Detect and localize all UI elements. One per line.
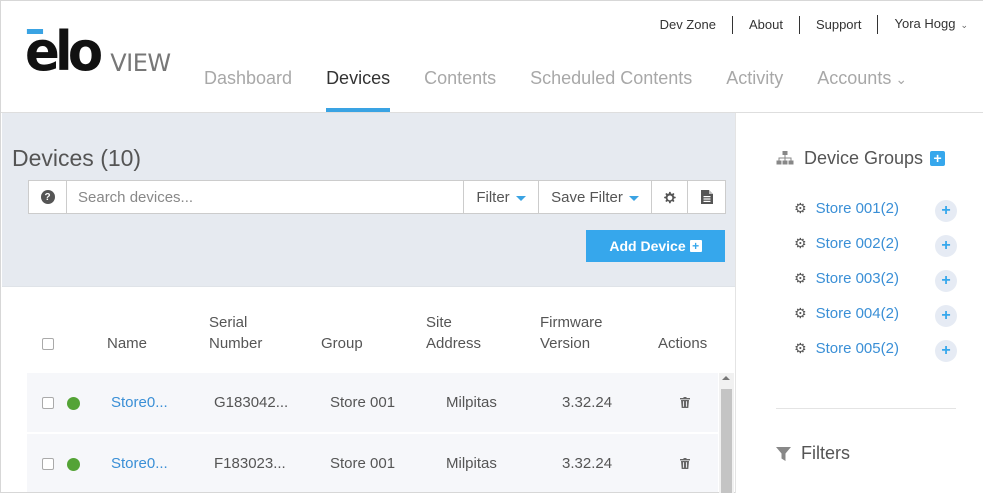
add-to-group-plus-icon[interactable]: + [935, 340, 957, 362]
tab-scheduled-contents[interactable]: Scheduled Contents [513, 57, 709, 112]
trash-icon[interactable] [680, 458, 690, 469]
table-header: Name Serial Number Group Site Address Firm… [27, 287, 721, 371]
column-header-actions: Actions [658, 335, 708, 352]
device-site: Milpitas [446, 394, 497, 411]
device-group: Store 001 [330, 455, 396, 472]
help-button[interactable]: ? [29, 181, 67, 213]
row-checkbox[interactable] [42, 458, 54, 470]
search-toolbar: ? Filter Save Filter [28, 180, 726, 214]
column-header-group[interactable]: Group [321, 333, 363, 354]
device-firmware: 3.32.24 [562, 394, 613, 411]
device-group-item[interactable]: ⚙ Store 003(2) [794, 270, 899, 287]
user-name: Yora Hogg [894, 16, 956, 31]
support-link[interactable]: Support [798, 15, 878, 34]
device-groups-header: Device Groups + [776, 148, 946, 169]
gear-icon[interactable]: ⚙ [794, 235, 807, 252]
gear-icon[interactable]: ⚙ [794, 200, 807, 217]
chevron-down-icon: ⌄ [960, 20, 968, 30]
trash-icon[interactable] [680, 397, 690, 408]
add-to-group-plus-icon[interactable]: + [935, 235, 957, 257]
scroll-up-arrow-icon[interactable] [722, 376, 730, 380]
column-header-firmware[interactable]: Firmware Version [540, 312, 603, 354]
device-name-link[interactable]: Store0... [111, 394, 168, 411]
scroll-thumb[interactable] [721, 389, 732, 493]
add-device-label: Add Device [609, 238, 686, 254]
device-group-item[interactable]: ⚙ Store 002(2) [794, 235, 899, 252]
device-name-link[interactable]: Store0... [111, 455, 168, 472]
save-filter-label: Save Filter [551, 188, 623, 206]
tab-accounts-label: Accounts [817, 68, 892, 88]
tab-contents[interactable]: Contents [407, 57, 513, 112]
add-device-button[interactable]: Add Device + [586, 230, 725, 262]
device-group-item[interactable]: ⚙ Store 004(2) [794, 305, 899, 322]
right-panel: Device Groups + ⚙ Store 001(2) + ⚙ Store 0… [735, 113, 983, 493]
filter-label: Filter [476, 188, 510, 206]
search-input[interactable] [67, 181, 463, 213]
user-menu[interactable]: Yora Hogg ⌄ [877, 15, 968, 34]
group-link[interactable]: Store 005(2) [816, 340, 899, 357]
tab-activity[interactable]: Activity [709, 57, 800, 112]
tab-accounts[interactable]: Accounts ⌄ [800, 57, 924, 112]
group-link[interactable]: Store 001(2) [816, 200, 899, 217]
status-online-indicator [67, 397, 80, 410]
funnel-icon [776, 446, 791, 461]
page-title: Devices (10) [12, 145, 142, 171]
status-online-indicator [67, 458, 80, 471]
logo-elo: elo [25, 25, 103, 79]
device-serial: G183042... [214, 394, 289, 411]
add-to-group-plus-icon[interactable]: + [935, 270, 957, 292]
chevron-down-icon: ⌄ [895, 71, 908, 87]
filters-title: Filters [801, 443, 850, 463]
document-icon [700, 190, 713, 204]
logo-accent-bar [26, 29, 44, 34]
group-link[interactable]: Store 004(2) [816, 305, 899, 322]
device-groups-title: Device Groups [804, 148, 924, 168]
elo-view-logo[interactable]: elo VIEW [25, 25, 171, 79]
tab-devices[interactable]: Devices [309, 57, 407, 112]
caret-down-icon [628, 195, 639, 201]
table-scrollbar[interactable] [719, 373, 734, 493]
plus-icon: + [689, 240, 702, 252]
column-header-name[interactable]: Name [107, 333, 147, 354]
group-link[interactable]: Store 002(2) [816, 235, 899, 252]
save-filter-button[interactable]: Save Filter [538, 181, 651, 213]
column-header-serial[interactable]: Serial Number [209, 312, 262, 354]
header: elo VIEW Dev Zone About Support Yora Hog… [1, 1, 983, 113]
filters-header[interactable]: Filters [776, 443, 850, 464]
table-row[interactable]: Store0... F183023... Store 001 Milpitas … [27, 433, 718, 492]
tab-dashboard[interactable]: Dashboard [187, 57, 309, 112]
gear-icon[interactable]: ⚙ [794, 270, 807, 287]
device-firmware: 3.32.24 [562, 455, 613, 472]
about-link[interactable]: About [731, 15, 799, 34]
logo-sub-text: VIEW [110, 49, 171, 77]
top-links: Dev Zone About Support Yora Hogg ⌄ [644, 15, 968, 34]
device-group-item[interactable]: ⚙ Store 005(2) [794, 340, 899, 357]
table-row[interactable]: Store0... G183042... Store 001 Milpitas … [27, 373, 718, 432]
settings-button[interactable] [651, 181, 687, 213]
gear-icon[interactable]: ⚙ [794, 340, 807, 357]
main-nav: Dashboard Devices Contents Scheduled Con… [187, 57, 924, 112]
caret-down-icon [515, 195, 526, 201]
divider [776, 408, 956, 409]
column-header-site[interactable]: Site Address [426, 312, 481, 354]
export-button[interactable] [687, 181, 725, 213]
device-serial: F183023... [214, 455, 286, 472]
gear-icon [664, 191, 676, 203]
hierarchy-icon [776, 151, 794, 165]
device-group: Store 001 [330, 394, 396, 411]
dev-zone-link[interactable]: Dev Zone [644, 16, 732, 34]
select-all-checkbox[interactable] [42, 338, 54, 350]
add-group-plus-icon[interactable]: + [930, 151, 946, 166]
gear-icon[interactable]: ⚙ [794, 305, 807, 322]
question-icon: ? [40, 190, 55, 204]
filter-button[interactable]: Filter [463, 181, 538, 213]
add-to-group-plus-icon[interactable]: + [935, 200, 957, 222]
group-link[interactable]: Store 003(2) [816, 270, 899, 287]
device-group-item[interactable]: ⚙ Store 001(2) [794, 200, 899, 217]
add-to-group-plus-icon[interactable]: + [935, 305, 957, 327]
device-site: Milpitas [446, 455, 497, 472]
devices-panel: Devices (10) ? Filter Save Filter Add De… [2, 113, 735, 287]
row-checkbox[interactable] [42, 397, 54, 409]
